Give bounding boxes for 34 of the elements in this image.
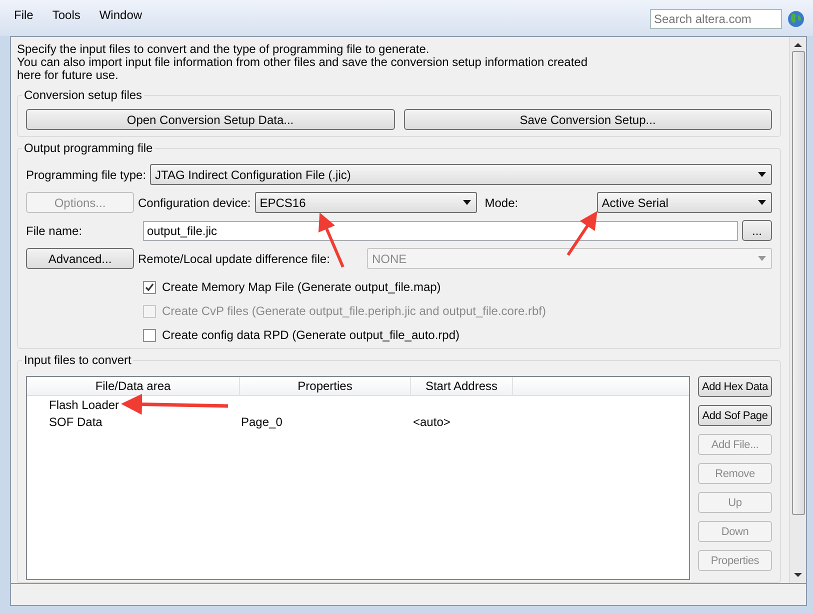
checkbox-label: Create Memory Map File (Generate output_file.map) — [162, 280, 441, 294]
field-label: Programming file type: — [26, 168, 146, 182]
field-label: Mode: — [484, 196, 520, 210]
browse-button[interactable]: ... — [742, 220, 772, 241]
advanced-button[interactable]: Advanced... — [26, 248, 134, 269]
menu-item[interactable]: Window — [99, 8, 142, 22]
dropdown[interactable]: JTAG Indirect Configuration File (.jic) — [150, 164, 772, 185]
push-button[interactable]: Open Conversion Setup Data... — [26, 109, 394, 130]
dropdown[interactable]: Active Serial — [596, 192, 772, 213]
instruction-text: You can also import input file information from other files and save the conversion setup information created here for future use. — [17, 56, 589, 82]
group-title: Input files to convert — [23, 353, 132, 367]
push-button[interactable]: Save Conversion Setup... — [404, 109, 772, 130]
table-cell: SOF Data — [49, 414, 102, 428]
instruction-text: Specify the input files to convert and the type of programming file to generate. — [17, 43, 430, 56]
group-title: Output programming file — [23, 141, 154, 155]
push-button[interactable]: Add Sof Page — [698, 405, 772, 426]
dropdown[interactable]: EPCS16 — [254, 192, 477, 213]
menu-item[interactable]: File — [14, 8, 34, 22]
field-label: Remote/Local update difference file: — [138, 252, 331, 266]
menu-item[interactable]: Tools — [52, 8, 80, 22]
table-cell: <auto> — [413, 414, 450, 428]
column-header[interactable]: File/Data area — [27, 377, 240, 395]
column-header[interactable]: Start Address — [411, 377, 513, 395]
field-label: File name: — [26, 224, 84, 238]
column-header[interactable]: Properties — [240, 377, 411, 395]
table-cell: Flash Loader — [49, 398, 120, 412]
group-title: Conversion setup files — [23, 88, 144, 102]
search-field[interactable]: Search altera.com — [650, 9, 782, 29]
field-label: Configuration device: — [138, 196, 251, 210]
checkbox-label: Create CvP files (Generate output_file.periph.jic and output_file.core.rbf) — [162, 304, 546, 318]
file-name-field[interactable]: output_file.jic — [143, 220, 738, 240]
table-cell: Page_0 — [241, 414, 282, 428]
checkbox-label: Create config data RPD (Generate output_file_auto.rpd) — [162, 328, 460, 342]
push-button[interactable]: Add Hex Data — [698, 376, 772, 397]
